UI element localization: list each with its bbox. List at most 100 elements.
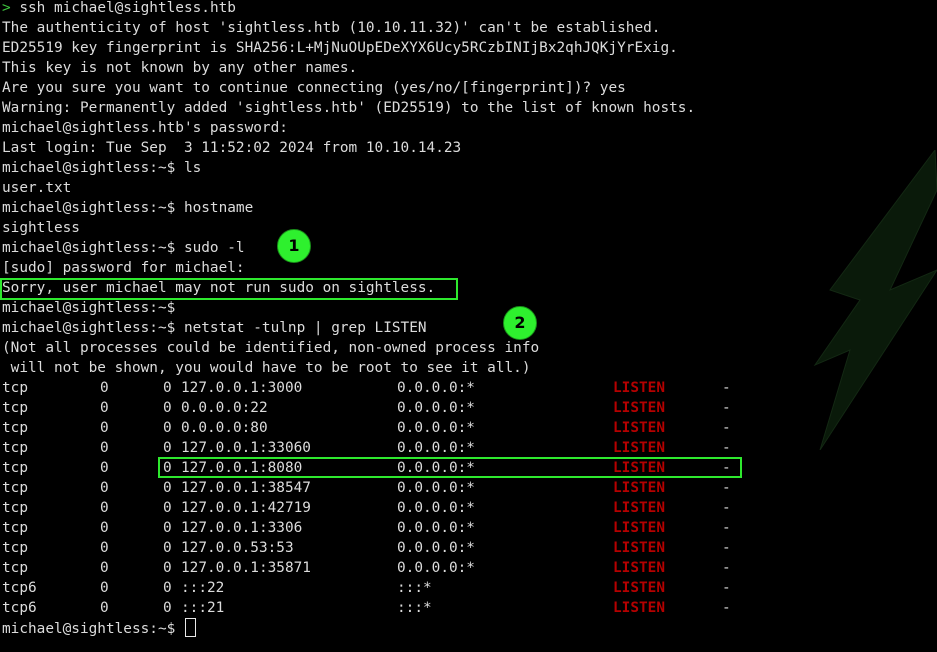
- local-address-cell: 0.0.0.0:22: [181, 400, 268, 416]
- state-cell: LISTEN: [613, 400, 665, 416]
- terminal-line: user.txt: [2, 180, 72, 196]
- port-8080-highlight-box: [158, 457, 742, 478]
- state-cell: LISTEN: [613, 480, 665, 496]
- prompt-text: michael@sightless:~$: [2, 621, 176, 637]
- local-address-cell: :::21: [181, 600, 225, 616]
- local-address-cell: 127.0.0.1:35871: [181, 560, 311, 576]
- pid-cell: -: [722, 580, 731, 596]
- state-cell: LISTEN: [613, 580, 665, 596]
- proto-cell: tcp: [2, 500, 28, 516]
- text-cursor[interactable]: [184, 618, 196, 637]
- prompt-arrow-icon: >: [2, 0, 11, 16]
- terminal-line: (Not all processes could be identified, …: [2, 340, 540, 356]
- state-cell: LISTEN: [613, 380, 665, 396]
- proto-cell: tcp: [2, 520, 28, 536]
- sendq-cell: 0: [163, 440, 172, 456]
- local-address-cell: :::22: [181, 580, 225, 596]
- proto-cell: tcp: [2, 380, 28, 396]
- ssh-command-line: > ssh michael@sightless.htb: [2, 0, 236, 16]
- pid-cell: -: [722, 480, 731, 496]
- sendq-cell: 0: [163, 380, 172, 396]
- state-cell: LISTEN: [613, 500, 665, 516]
- state-cell: LISTEN: [613, 520, 665, 536]
- proto-cell: tcp: [2, 540, 28, 556]
- recvq-cell: 0: [100, 580, 109, 596]
- recvq-cell: 0: [100, 500, 109, 516]
- foreign-address-cell: 0.0.0.0:*: [397, 500, 475, 516]
- proto-cell: tcp: [2, 400, 28, 416]
- recvq-cell: 0: [100, 400, 109, 416]
- terminal-line: michael@sightless.htb's password:: [2, 120, 288, 136]
- terminal-line: ED25519 key fingerprint is SHA256:L+MjNu…: [2, 40, 678, 56]
- step-1-badge: 1: [277, 229, 311, 263]
- state-cell: LISTEN: [613, 440, 665, 456]
- pid-cell: -: [722, 600, 731, 616]
- sendq-cell: 0: [163, 520, 172, 536]
- sudo-denied-highlight-box: [0, 278, 458, 300]
- foreign-address-cell: 0.0.0.0:*: [397, 400, 475, 416]
- proto-cell: tcp6: [2, 600, 37, 616]
- terminal-line: This key is not known by any other names…: [2, 60, 358, 76]
- faint-background-logo: [813, 150, 937, 450]
- sendq-cell: 0: [163, 600, 172, 616]
- local-address-cell: 127.0.0.1:3306: [181, 520, 303, 536]
- sendq-cell: 0: [163, 420, 172, 436]
- pid-cell: -: [722, 420, 731, 436]
- recvq-cell: 0: [100, 600, 109, 616]
- sendq-cell: 0: [163, 480, 172, 496]
- foreign-address-cell: 0.0.0.0:*: [397, 440, 475, 456]
- sendq-cell: 0: [163, 500, 172, 516]
- proto-cell: tcp: [2, 460, 28, 476]
- recvq-cell: 0: [100, 540, 109, 556]
- recvq-cell: 0: [100, 440, 109, 456]
- state-cell: LISTEN: [613, 560, 665, 576]
- pid-cell: -: [722, 500, 731, 516]
- sendq-cell: 0: [163, 400, 172, 416]
- terminal-line: Last login: Tue Sep 3 11:52:02 2024 from…: [2, 140, 462, 156]
- terminal-line: [sudo] password for michael:: [2, 260, 245, 276]
- sendq-cell: 0: [163, 540, 172, 556]
- local-address-cell: 127.0.0.1:38547: [181, 480, 311, 496]
- pid-cell: -: [722, 520, 731, 536]
- proto-cell: tcp: [2, 480, 28, 496]
- foreign-address-cell: 0.0.0.0:*: [397, 560, 475, 576]
- local-address-cell: 127.0.0.1:42719: [181, 500, 311, 516]
- step-2-badge: 2: [503, 306, 537, 340]
- pid-cell: -: [722, 400, 731, 416]
- pid-cell: -: [722, 380, 731, 396]
- shell-prompt[interactable]: michael@sightless:~$: [2, 618, 196, 638]
- foreign-address-cell: 0.0.0.0:*: [397, 540, 475, 556]
- pid-cell: -: [722, 540, 731, 556]
- terminal-line: sightless: [2, 220, 80, 236]
- terminal-line: michael@sightless:~$: [2, 300, 176, 316]
- proto-cell: tcp6: [2, 580, 37, 596]
- state-cell: LISTEN: [613, 540, 665, 556]
- proto-cell: tcp: [2, 560, 28, 576]
- pid-cell: -: [722, 560, 731, 576]
- recvq-cell: 0: [100, 420, 109, 436]
- state-cell: LISTEN: [613, 600, 665, 616]
- terminal-line: The authenticity of host 'sightless.htb …: [2, 20, 661, 36]
- foreign-address-cell: 0.0.0.0:*: [397, 380, 475, 396]
- foreign-address-cell: :::*: [397, 600, 432, 616]
- foreign-address-cell: 0.0.0.0:*: [397, 420, 475, 436]
- foreign-address-cell: :::*: [397, 580, 432, 596]
- recvq-cell: 0: [100, 520, 109, 536]
- terminal-line: Are you sure you want to continue connec…: [2, 80, 626, 96]
- foreign-address-cell: 0.0.0.0:*: [397, 520, 475, 536]
- terminal-line: michael@sightless:~$ ls: [2, 160, 202, 176]
- recvq-cell: 0: [100, 380, 109, 396]
- proto-cell: tcp: [2, 440, 28, 456]
- terminal-line: michael@sightless:~$ hostname: [2, 200, 254, 216]
- terminal-line: will not be shown, you would have to be …: [2, 360, 531, 376]
- foreign-address-cell: 0.0.0.0:*: [397, 480, 475, 496]
- local-address-cell: 127.0.0.1:33060: [181, 440, 311, 456]
- pid-cell: -: [722, 440, 731, 456]
- terminal-line: Warning: Permanently added 'sightless.ht…: [2, 100, 696, 116]
- terminal-window[interactable]: > ssh michael@sightless.htb The authenti…: [0, 0, 937, 652]
- sendq-cell: 0: [163, 580, 172, 596]
- local-address-cell: 127.0.0.1:3000: [181, 380, 303, 396]
- sendq-cell: 0: [163, 560, 172, 576]
- recvq-cell: 0: [100, 560, 109, 576]
- local-address-cell: 0.0.0.0:80: [181, 420, 268, 436]
